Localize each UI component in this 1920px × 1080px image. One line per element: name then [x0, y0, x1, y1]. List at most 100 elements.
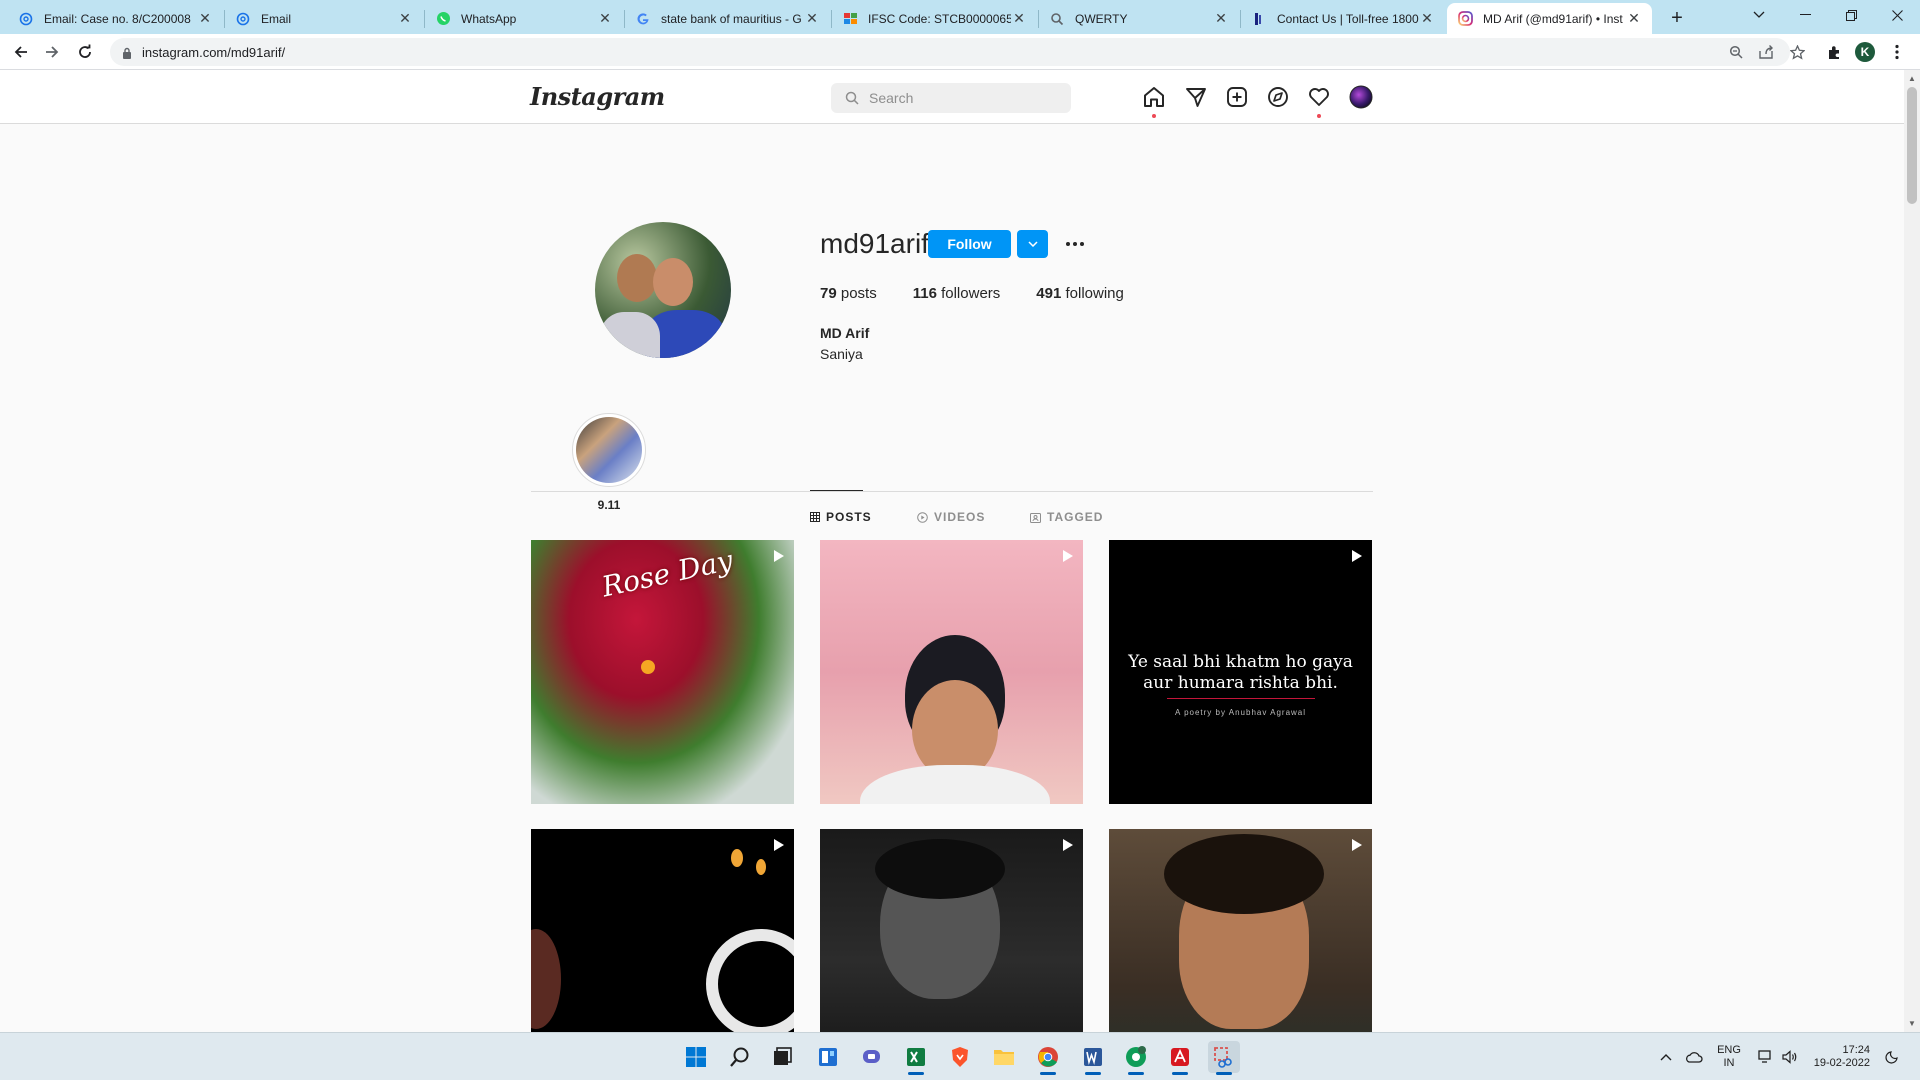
person-hair — [875, 839, 1005, 899]
suggested-accounts-dropdown[interactable] — [1017, 230, 1048, 258]
word-icon[interactable] — [1077, 1041, 1109, 1075]
at-icon — [235, 11, 251, 27]
browser-tab-email[interactable]: Email ✕ — [225, 3, 423, 34]
excel-icon[interactable] — [900, 1041, 932, 1075]
close-icon[interactable]: ✕ — [197, 10, 213, 27]
close-icon[interactable]: ✕ — [597, 10, 613, 27]
share-icon[interactable] — [1757, 43, 1775, 61]
following-stat[interactable]: 491 following — [1036, 285, 1124, 302]
browser-tab-instagram[interactable]: MD Arif (@md91arif) • Inst ✕ — [1447, 3, 1652, 34]
taskbar-search-icon[interactable] — [724, 1041, 756, 1073]
post-thumbnail[interactable] — [820, 540, 1083, 804]
forward-icon[interactable] — [38, 38, 66, 66]
search-input[interactable] — [869, 90, 1059, 106]
volume-icon[interactable] — [1778, 1041, 1802, 1073]
new-tab-button[interactable]: + — [1663, 5, 1691, 33]
acrobat-icon[interactable] — [1164, 1041, 1196, 1075]
profile-avatar-large[interactable] — [595, 222, 731, 358]
followers-stat[interactable]: 116 followers — [913, 285, 1001, 302]
direct-messages-icon[interactable] — [1183, 84, 1209, 110]
bookmark-star-icon[interactable] — [1788, 43, 1806, 61]
browser-tab-qwerty[interactable]: QWERTY ✕ — [1039, 3, 1239, 34]
task-view-icon[interactable] — [766, 1041, 798, 1073]
teams-chat-icon[interactable] — [856, 1041, 888, 1073]
tab-videos[interactable]: VIDEOS — [917, 510, 985, 524]
tab-posts[interactable]: POSTS — [810, 510, 872, 524]
close-icon[interactable]: ✕ — [1213, 10, 1229, 27]
back-icon[interactable] — [7, 38, 35, 66]
address-bar[interactable]: instagram.com/md91arif/ — [110, 38, 1805, 66]
instagram-logo[interactable]: Instagram — [530, 82, 665, 111]
chevron-down-icon — [1027, 241, 1038, 247]
browser-tab-whatsapp[interactable]: WhatsApp ✕ — [425, 3, 623, 34]
follow-button[interactable]: Follow — [928, 230, 1011, 258]
close-icon[interactable]: ✕ — [397, 10, 413, 27]
close-icon[interactable]: ✕ — [1419, 10, 1435, 27]
reel-icon — [770, 837, 786, 858]
home-icon[interactable] — [1141, 84, 1167, 118]
post-thumbnail[interactable]: Ye saal bhi khatm ho gaya aur humara ris… — [1109, 540, 1372, 804]
post-thumbnail[interactable] — [531, 829, 794, 1032]
reel-icon — [1059, 837, 1075, 858]
scroll-up-icon[interactable]: ▲ — [1907, 74, 1917, 83]
close-icon[interactable]: ✕ — [1626, 10, 1642, 27]
search-box[interactable] — [831, 83, 1071, 113]
reel-icon — [1059, 548, 1075, 569]
browser-tab-email-case[interactable]: Email: Case no. 8/C200008 ✕ — [8, 3, 223, 34]
onedrive-icon[interactable] — [1682, 1041, 1706, 1073]
new-post-icon[interactable] — [1224, 84, 1250, 110]
network-icon[interactable] — [1754, 1041, 1778, 1073]
more-options-icon[interactable] — [1062, 234, 1088, 254]
profile-avatar-small[interactable] — [1348, 84, 1374, 110]
widgets-icon[interactable] — [812, 1041, 844, 1073]
post-overlay-text: Rose Day — [598, 543, 736, 604]
post-thumbnail[interactable] — [1109, 829, 1372, 1032]
explore-icon[interactable] — [1265, 84, 1291, 110]
poem-divider — [1166, 698, 1315, 699]
at-icon — [18, 11, 34, 27]
close-icon[interactable]: ✕ — [804, 10, 820, 27]
tab-tagged[interactable]: TAGGED — [1030, 510, 1103, 524]
close-window-icon[interactable] — [1874, 0, 1920, 30]
reload-icon[interactable] — [71, 38, 99, 66]
extensions-icon[interactable] — [1820, 38, 1848, 66]
language-code: ENG — [1717, 1044, 1741, 1056]
reel-icon — [1348, 837, 1364, 858]
language-indicator[interactable]: ENG IN — [1714, 1044, 1744, 1070]
clock[interactable]: 17:24 19-02-2022 — [1806, 1044, 1870, 1070]
browser-tab-ifsc[interactable]: IFSC Code: STCB0000065, ✕ — [832, 3, 1037, 34]
menu-icon[interactable] — [1883, 38, 1911, 66]
activity-heart-icon[interactable] — [1306, 84, 1332, 118]
notifications-icon[interactable] — [1880, 1041, 1904, 1073]
scroll-down-icon[interactable]: ▼ — [1907, 1019, 1917, 1028]
tab-title: Contact Us | Toll-free 1800 — [1277, 11, 1419, 26]
post-thumbnail[interactable] — [820, 829, 1083, 1032]
file-explorer-icon[interactable] — [988, 1041, 1020, 1073]
tab-posts-label: POSTS — [826, 510, 872, 524]
whatsapp-chrome-app-icon[interactable] — [1120, 1041, 1152, 1075]
chevron-up-icon[interactable] — [1656, 1041, 1676, 1073]
restore-icon[interactable] — [1828, 0, 1874, 30]
google-icon — [635, 11, 651, 27]
start-icon[interactable] — [680, 1041, 712, 1073]
tab-title: WhatsApp — [461, 11, 517, 26]
person-shirt — [860, 765, 1050, 804]
running-indicator — [908, 1072, 924, 1075]
browser-tab-google-search[interactable]: state bank of mauritius - G ✕ — [625, 3, 830, 34]
vertical-scrollbar[interactable] — [1904, 70, 1920, 1032]
running-indicator — [1172, 1072, 1188, 1075]
story-highlight[interactable] — [572, 413, 646, 487]
tab-search-icon[interactable] — [1736, 0, 1782, 30]
brave-browser-icon[interactable] — [944, 1041, 976, 1073]
following-label: following — [1065, 285, 1124, 302]
snipping-tool-icon[interactable] — [1208, 1041, 1240, 1075]
scrollbar-thumb[interactable] — [1907, 87, 1917, 204]
close-icon[interactable]: ✕ — [1011, 10, 1027, 27]
post-thumbnail[interactable]: Rose Day — [531, 540, 794, 804]
zoom-icon[interactable] — [1727, 43, 1745, 61]
browser-tab-contact-us[interactable]: Contact Us | Toll-free 1800 ✕ — [1241, 3, 1445, 34]
lock-icon[interactable] — [122, 46, 132, 64]
chrome-icon[interactable] — [1032, 1041, 1064, 1075]
profile-avatar[interactable]: K — [1851, 38, 1879, 66]
minimize-icon[interactable] — [1782, 0, 1828, 30]
